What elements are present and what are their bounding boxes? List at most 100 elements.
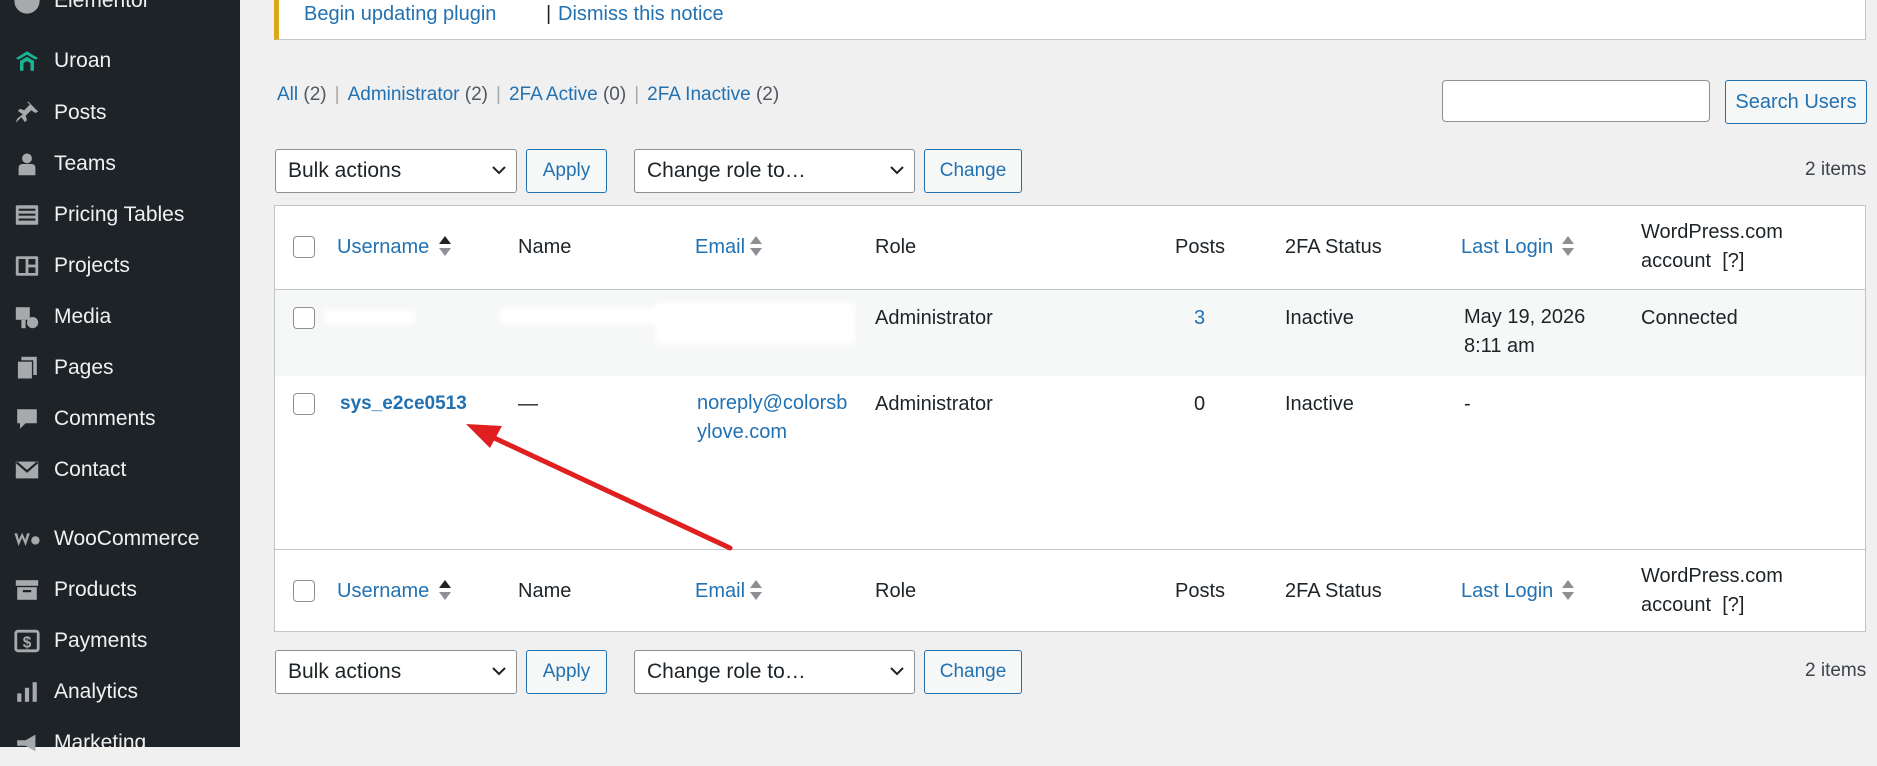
sidebar-item-label: Pricing Tables — [54, 203, 185, 226]
change-role-selected: Change role to… — [647, 660, 806, 683]
begin-updating-plugin-link[interactable]: Begin updating plugin — [304, 3, 496, 26]
sort-icon[interactable] — [749, 578, 763, 602]
filter-all-link[interactable]: All — [277, 84, 298, 105]
chevron-down-icon — [492, 667, 506, 676]
sidebar-item-payments[interactable]: $ Payments — [0, 618, 240, 664]
wpcom-label: WordPress.com account — [1641, 565, 1783, 616]
change-role-select-bottom[interactable]: Change role to… — [634, 650, 915, 694]
chevron-down-icon — [492, 166, 506, 175]
column-last-login[interactable]: Last Login — [1461, 236, 1553, 259]
sidebar-item-media[interactable]: Media — [0, 294, 240, 340]
search-users-button[interactable]: Search Users — [1725, 80, 1867, 124]
change-role-button-top[interactable]: Change — [924, 149, 1022, 193]
uroan-icon — [12, 46, 42, 76]
user-last-login: - — [1464, 393, 1471, 415]
column-email[interactable]: Email — [695, 236, 745, 259]
user-2fa-status: Inactive — [1285, 393, 1354, 415]
sidebar-item-uroan[interactable]: Uroan — [0, 38, 240, 84]
sort-ascending-icon[interactable] — [438, 234, 452, 258]
woo-icon — [12, 524, 42, 554]
column-2fa-status: 2FA Status — [1285, 580, 1382, 602]
column-username[interactable]: Username — [337, 580, 429, 603]
dollar-icon: $ — [12, 626, 42, 656]
apply-button-top[interactable]: Apply — [526, 149, 607, 193]
wpcom-help-link[interactable]: [?] — [1722, 250, 1744, 272]
change-role-button-bottom[interactable]: Change — [924, 650, 1022, 694]
pages-icon — [12, 353, 42, 383]
comment-icon — [12, 404, 42, 434]
column-name: Name — [518, 236, 572, 258]
user-role-filters: All (2) | Administrator (2) | 2FA Active (0)… — [277, 84, 779, 106]
items-count-top: 2 items — [1805, 159, 1867, 180]
user-search-input[interactable] — [1442, 80, 1710, 122]
column-posts: Posts — [1175, 580, 1226, 602]
sidebar-item-elementor[interactable]: Elementor — [0, 0, 240, 24]
chevron-down-icon — [890, 166, 904, 175]
sidebar-item-analytics[interactable]: Analytics — [0, 669, 240, 715]
media-icon — [12, 302, 42, 332]
sort-icon[interactable] — [1561, 578, 1575, 602]
sidebar-item-marketing[interactable]: Marketing — [0, 720, 240, 766]
wpcom-label: WordPress.com account — [1641, 221, 1783, 272]
chart-bar-icon — [12, 677, 42, 707]
user-role: Administrator — [875, 307, 993, 329]
table-row: Administrator 3 Inactive May 19, 2026 8:… — [275, 290, 1865, 376]
select-all-checkbox[interactable] — [293, 580, 315, 602]
email-icon — [12, 455, 42, 485]
sort-ascending-icon[interactable] — [438, 578, 452, 602]
sort-icon[interactable] — [1561, 234, 1575, 258]
column-role: Role — [875, 236, 917, 258]
column-username[interactable]: Username — [337, 236, 429, 259]
filter-2fa-active-count: (0) — [602, 84, 627, 105]
sidebar-item-teams[interactable]: Teams — [0, 141, 240, 187]
wpcom-help-link[interactable]: [?] — [1722, 594, 1744, 616]
change-role-select-top[interactable]: Change role to… — [634, 149, 915, 193]
column-role: Role — [875, 580, 917, 602]
sidebar-item-label: Elementor — [54, 0, 150, 12]
user-posts: 0 — [1194, 393, 1206, 415]
user-name: — — [518, 393, 538, 415]
column-last-login[interactable]: Last Login — [1461, 580, 1553, 603]
bulk-actions-selected: Bulk actions — [288, 159, 402, 182]
redacted-email — [655, 302, 855, 344]
filter-separator: | — [496, 84, 501, 105]
sidebar-item-projects[interactable]: Projects — [0, 243, 240, 289]
pin-icon — [12, 98, 42, 128]
sidebar-item-pages[interactable]: Pages — [0, 345, 240, 391]
svg-text:$: $ — [23, 634, 32, 651]
user-last-login: May 19, 2026 8:11 am — [1464, 306, 1586, 357]
bulk-actions-select-bottom[interactable]: Bulk actions — [275, 650, 517, 694]
sidebar-item-products[interactable]: Products — [0, 567, 240, 613]
filter-administrator-link[interactable]: Administrator — [348, 84, 460, 105]
apply-button-bottom[interactable]: Apply — [526, 650, 607, 694]
sidebar-item-label: Pages — [54, 356, 114, 379]
sidebar-item-label: Media — [54, 305, 112, 328]
column-email[interactable]: Email — [695, 580, 745, 603]
change-role-selected: Change role to… — [647, 159, 806, 182]
row-checkbox[interactable] — [293, 393, 315, 415]
sidebar-item-label: Comments — [54, 407, 156, 430]
sidebar-item-comments[interactable]: Comments — [0, 396, 240, 442]
bulk-actions-select-top[interactable]: Bulk actions — [275, 149, 517, 193]
user-email[interactable]: noreply@colorsbylove.com — [697, 389, 849, 447]
dismiss-notice-link[interactable]: Dismiss this notice — [558, 3, 724, 26]
filter-2fa-active-link[interactable]: 2FA Active — [509, 84, 598, 105]
sidebar-item-woocommerce[interactable]: WooCommerce — [0, 516, 240, 562]
sidebar-item-label: WooCommerce — [54, 527, 200, 550]
sort-icon[interactable] — [749, 234, 763, 258]
sidebar-item-label: Contact — [54, 458, 127, 481]
filter-2fa-inactive-link[interactable]: 2FA Inactive — [647, 84, 751, 105]
select-all-checkbox[interactable] — [293, 236, 315, 258]
sidebar-item-label: Marketing — [54, 731, 147, 754]
user-posts[interactable]: 3 — [1194, 307, 1205, 330]
row-checkbox[interactable] — [293, 307, 315, 329]
sidebar-item-contact[interactable]: Contact — [0, 447, 240, 493]
sidebar-item-pricing-tables[interactable]: Pricing Tables — [0, 192, 240, 238]
column-wpcom-account: WordPress.com account [?] — [1641, 562, 1841, 620]
sidebar-item-label: Payments — [54, 629, 148, 652]
items-count-bottom: 2 items — [1805, 660, 1867, 681]
table-footer: Username Name Email Role Posts 2FA Statu… — [275, 549, 1865, 633]
megaphone-icon — [12, 728, 42, 758]
username-link[interactable]: sys_e2ce0513 — [340, 393, 467, 415]
sidebar-item-posts[interactable]: Posts — [0, 90, 240, 136]
